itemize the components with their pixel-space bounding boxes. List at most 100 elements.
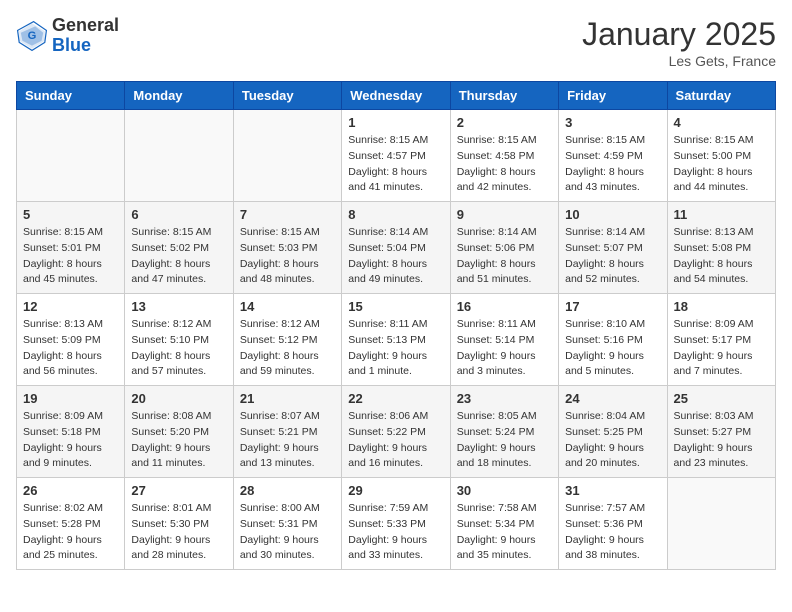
col-header-sunday: Sunday (17, 82, 125, 110)
col-header-monday: Monday (125, 82, 233, 110)
calendar-week-row: 1 Sunrise: 8:15 AM Sunset: 4:57 PM Daylig… (17, 110, 776, 202)
calendar-cell: 24 Sunrise: 8:04 AM Sunset: 5:25 PM Dayli… (559, 386, 667, 478)
day-number: 5 (23, 207, 118, 222)
day-number: 9 (457, 207, 552, 222)
calendar-cell: 19Sunrise: 8:09 AM Sunset: 5:18 PM Dayli… (17, 386, 125, 478)
calendar-week-row: 26 Sunrise: 8:02 AM Sunset: 5:28 PM Dayli… (17, 478, 776, 570)
day-number: 19 (23, 391, 118, 406)
day-info: Sunrise: 8:01 AM Sunset: 5:30 PM Dayligh… (131, 501, 226, 564)
day-info: Sunrise: 7:57 AM Sunset: 5:36 PM Dayligh… (565, 501, 660, 564)
day-info: Sunrise: 8:03 AM Sunset: 5:27 PM Dayligh… (674, 409, 769, 472)
day-number: 4 (674, 115, 769, 130)
day-info: Sunrise: 8:12 AM Sunset: 5:10 PM Dayligh… (131, 317, 226, 380)
day-info: Sunrise: 8:05 AM Sunset: 5:24 PM Dayligh… (457, 409, 552, 472)
day-number: 13 (131, 299, 226, 314)
day-info: Sunrise: 8:15 AM Sunset: 5:01 PM Dayligh… (23, 225, 118, 288)
day-info: Sunrise: 8:02 AM Sunset: 5:28 PM Dayligh… (23, 501, 118, 564)
day-info: Sunrise: 8:06 AM Sunset: 5:22 PM Dayligh… (348, 409, 443, 472)
calendar-week-row: 5 Sunrise: 8:15 AM Sunset: 5:01 PM Daylig… (17, 202, 776, 294)
calendar-cell (233, 110, 341, 202)
day-number: 2 (457, 115, 552, 130)
calendar-cell: 21 Sunrise: 8:07 AM Sunset: 5:21 PM Dayli… (233, 386, 341, 478)
day-info: Sunrise: 8:10 AM Sunset: 5:16 PM Dayligh… (565, 317, 660, 380)
title-block: January 2025 Les Gets, France (582, 16, 776, 69)
day-info: Sunrise: 8:13 AM Sunset: 5:08 PM Dayligh… (674, 225, 769, 288)
day-number: 14 (240, 299, 335, 314)
col-header-tuesday: Tuesday (233, 82, 341, 110)
col-header-thursday: Thursday (450, 82, 558, 110)
calendar-cell: 18 Sunrise: 8:09 AM Sunset: 5:17 PM Dayli… (667, 294, 775, 386)
calendar-cell (17, 110, 125, 202)
day-info: Sunrise: 8:15 AM Sunset: 5:00 PM Dayligh… (674, 133, 769, 196)
calendar-cell: 8 Sunrise: 8:14 AM Sunset: 5:04 PM Daylig… (342, 202, 450, 294)
day-info: Sunrise: 8:14 AM Sunset: 5:06 PM Dayligh… (457, 225, 552, 288)
day-info: Sunrise: 7:58 AM Sunset: 5:34 PM Dayligh… (457, 501, 552, 564)
location: Les Gets, France (582, 53, 776, 69)
day-info: Sunrise: 8:07 AM Sunset: 5:21 PM Dayligh… (240, 409, 335, 472)
calendar-cell: 6 Sunrise: 8:15 AM Sunset: 5:02 PM Daylig… (125, 202, 233, 294)
calendar-cell: 9 Sunrise: 8:14 AM Sunset: 5:06 PM Daylig… (450, 202, 558, 294)
day-number: 31 (565, 483, 660, 498)
day-number: 8 (348, 207, 443, 222)
day-number: 27 (131, 483, 226, 498)
calendar-cell: 26 Sunrise: 8:02 AM Sunset: 5:28 PM Dayli… (17, 478, 125, 570)
calendar-cell: 14 Sunrise: 8:12 AM Sunset: 5:12 PM Dayli… (233, 294, 341, 386)
calendar-cell: 22 Sunrise: 8:06 AM Sunset: 5:22 PM Dayli… (342, 386, 450, 478)
calendar-cell: 27 Sunrise: 8:01 AM Sunset: 5:30 PM Dayli… (125, 478, 233, 570)
calendar-cell: 3 Sunrise: 8:15 AM Sunset: 4:59 PM Daylig… (559, 110, 667, 202)
day-number: 17 (565, 299, 660, 314)
calendar-cell: 10 Sunrise: 8:14 AM Sunset: 5:07 PM Dayli… (559, 202, 667, 294)
calendar-cell: 11 Sunrise: 8:13 AM Sunset: 5:08 PM Dayli… (667, 202, 775, 294)
col-header-friday: Friday (559, 82, 667, 110)
day-info: Sunrise: 8:15 AM Sunset: 5:02 PM Dayligh… (131, 225, 226, 288)
calendar-week-row: 12 Sunrise: 8:13 AM Sunset: 5:09 PM Dayli… (17, 294, 776, 386)
day-number: 18 (674, 299, 769, 314)
day-info: Sunrise: 8:14 AM Sunset: 5:04 PM Dayligh… (348, 225, 443, 288)
calendar-cell: 28Sunrise: 8:00 AM Sunset: 5:31 PM Dayli… (233, 478, 341, 570)
day-number: 29 (348, 483, 443, 498)
day-number: 10 (565, 207, 660, 222)
calendar-cell: 5 Sunrise: 8:15 AM Sunset: 5:01 PM Daylig… (17, 202, 125, 294)
day-number: 26 (23, 483, 118, 498)
day-number: 21 (240, 391, 335, 406)
calendar-cell (667, 478, 775, 570)
calendar-cell: 31 Sunrise: 7:57 AM Sunset: 5:36 PM Dayli… (559, 478, 667, 570)
day-number: 3 (565, 115, 660, 130)
day-number: 20 (131, 391, 226, 406)
calendar-cell: 16 Sunrise: 8:11 AM Sunset: 5:14 PM Dayli… (450, 294, 558, 386)
col-header-saturday: Saturday (667, 82, 775, 110)
day-info: Sunrise: 8:12 AM Sunset: 5:12 PM Dayligh… (240, 317, 335, 380)
calendar-cell: 1 Sunrise: 8:15 AM Sunset: 4:57 PM Daylig… (342, 110, 450, 202)
month-title: January 2025 (582, 16, 776, 53)
day-info: Sunrise: 8:13 AM Sunset: 5:09 PM Dayligh… (23, 317, 118, 380)
day-number: 7 (240, 207, 335, 222)
day-number: 11 (674, 207, 769, 222)
calendar-table: SundayMondayTuesdayWednesdayThursdayFrid… (16, 81, 776, 570)
logo-text: General Blue (52, 16, 119, 56)
calendar-cell: 29 Sunrise: 7:59 AM Sunset: 5:33 PM Dayli… (342, 478, 450, 570)
day-number: 30 (457, 483, 552, 498)
page-header: G General Blue January 2025 Les Gets, Fr… (16, 16, 776, 69)
day-number: 1 (348, 115, 443, 130)
day-info: Sunrise: 8:15 AM Sunset: 4:59 PM Dayligh… (565, 133, 660, 196)
day-info: Sunrise: 8:09 AM Sunset: 5:17 PM Dayligh… (674, 317, 769, 380)
day-info: Sunrise: 8:11 AM Sunset: 5:13 PM Dayligh… (348, 317, 443, 380)
day-number: 16 (457, 299, 552, 314)
calendar-cell: 25 Sunrise: 8:03 AM Sunset: 5:27 PM Dayli… (667, 386, 775, 478)
logo-icon: G (16, 20, 48, 52)
col-header-wednesday: Wednesday (342, 82, 450, 110)
calendar-header-row: SundayMondayTuesdayWednesdayThursdayFrid… (17, 82, 776, 110)
calendar-cell: 20Sunrise: 8:08 AM Sunset: 5:20 PM Dayli… (125, 386, 233, 478)
day-info: Sunrise: 7:59 AM Sunset: 5:33 PM Dayligh… (348, 501, 443, 564)
day-number: 6 (131, 207, 226, 222)
day-info: Sunrise: 8:11 AM Sunset: 5:14 PM Dayligh… (457, 317, 552, 380)
day-number: 23 (457, 391, 552, 406)
calendar-cell: 30 Sunrise: 7:58 AM Sunset: 5:34 PM Dayli… (450, 478, 558, 570)
day-info: Sunrise: 8:14 AM Sunset: 5:07 PM Dayligh… (565, 225, 660, 288)
day-number: 12 (23, 299, 118, 314)
day-info: Sunrise: 8:15 AM Sunset: 4:57 PM Dayligh… (348, 133, 443, 196)
day-number: 25 (674, 391, 769, 406)
day-number: 22 (348, 391, 443, 406)
day-info: Sunrise: 8:04 AM Sunset: 5:25 PM Dayligh… (565, 409, 660, 472)
day-number: 24 (565, 391, 660, 406)
